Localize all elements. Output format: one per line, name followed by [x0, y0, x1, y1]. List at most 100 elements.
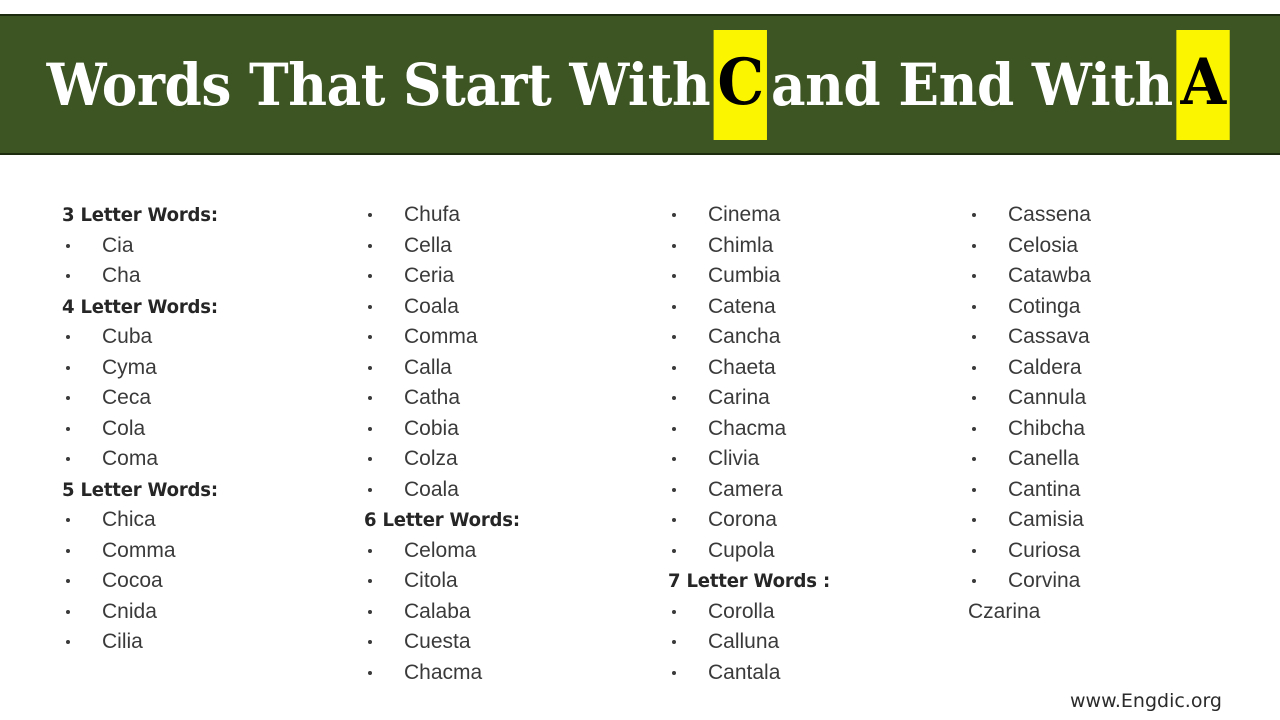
word-label: Cobia	[404, 416, 459, 440]
bullet-icon	[972, 426, 976, 431]
bullet-icon	[972, 579, 976, 584]
word-label: Cuba	[102, 325, 153, 348]
list-item: Catena	[668, 292, 958, 323]
word-label: Canella	[1008, 447, 1080, 470]
bullet-icon	[368, 579, 372, 584]
list-item: Ceca	[62, 383, 352, 414]
list-item: Chacma	[668, 414, 958, 445]
list-item: Caldera	[968, 353, 1268, 384]
title-highlight-start-letter: C	[713, 29, 768, 140]
word-label: Corolla	[708, 599, 775, 623]
list-item: Cantala	[668, 658, 958, 689]
bullet-icon	[672, 457, 676, 462]
word-label: Camera	[708, 477, 783, 501]
list-item: Carina	[668, 383, 958, 414]
word-group-heading: 3 Letter Words:	[62, 204, 218, 226]
list-item: Celosia	[968, 231, 1268, 262]
bullet-icon	[672, 640, 676, 645]
list-item: Chimla	[668, 231, 958, 262]
word-label: Calla	[404, 355, 452, 379]
list-item: Cia	[62, 231, 352, 262]
footer-website: www.Engdic.org	[1069, 690, 1222, 712]
bullet-icon	[368, 548, 372, 553]
bullet-icon	[368, 304, 372, 309]
word-label: Chica	[102, 508, 156, 531]
word-label: Cupola	[708, 538, 775, 562]
list-item: Cantina	[968, 475, 1268, 506]
word-label: Cia	[102, 233, 134, 257]
bullet-icon	[66, 579, 70, 584]
list-item: Comma	[62, 536, 352, 567]
list-item: Cancha	[668, 322, 958, 353]
word-label: Comma	[404, 325, 478, 348]
word-column-3: Cinema Chimla Cumbia Catena Cancha Chaeta Cari…	[668, 200, 958, 688]
word-label: Cocoa	[102, 569, 163, 592]
bullet-icon	[972, 335, 976, 340]
title-part-2: and End With	[770, 50, 1173, 119]
list-item: Canella	[968, 444, 1268, 475]
list-item: Cinema	[668, 200, 958, 231]
bullet-icon	[972, 365, 976, 370]
list-item: Cola	[62, 414, 352, 445]
list-item: Coala	[364, 292, 654, 323]
list-item: Cannula	[968, 383, 1268, 414]
word-label: Coma	[102, 447, 159, 470]
word-group-heading: 6 Letter Words:	[364, 509, 520, 531]
bullet-icon	[66, 335, 70, 340]
bullet-icon	[672, 487, 676, 492]
list-item: Cassena	[968, 200, 1268, 231]
title-part-1: Words That Start With	[46, 50, 711, 119]
list-item: Cumbia	[668, 261, 958, 292]
page-title: Words That Start With C and End With A	[46, 29, 1234, 140]
list-item: Chaeta	[668, 353, 958, 384]
bullet-icon	[66, 548, 70, 553]
list-item: Cuesta	[364, 627, 654, 658]
word-label: Catawba	[1008, 264, 1091, 287]
list-item: Cobia	[364, 414, 654, 445]
word-column-2: Chufa Cella Ceria Coala Comma Calla Catha Cobia…	[364, 200, 654, 688]
word-label: Cyma	[102, 355, 157, 379]
list-item: Coma	[62, 444, 352, 475]
bullet-icon	[66, 426, 70, 431]
list-item: Chibcha	[968, 414, 1268, 445]
list-item: Corona	[668, 505, 958, 536]
word-label: Cassena	[1008, 203, 1091, 226]
bullet-icon	[672, 213, 676, 218]
word-label: Colza	[404, 447, 458, 470]
list-item: Camera	[668, 475, 958, 506]
word-label: Celosia	[1008, 233, 1079, 257]
list-item: Cyma	[62, 353, 352, 384]
bullet-icon	[972, 518, 976, 523]
word-label: Citola	[404, 569, 458, 592]
word-label: Chimla	[708, 233, 774, 257]
list-item: Clivia	[668, 444, 958, 475]
bullet-icon	[368, 670, 372, 675]
list-item: Catha	[364, 383, 654, 414]
list-item: Cella	[364, 231, 654, 262]
bullet-icon	[672, 548, 676, 553]
word-label: Chaeta	[708, 355, 776, 379]
word-label: Cantala	[708, 660, 781, 684]
bullet-icon	[66, 640, 70, 645]
title-highlight-end-letter: A	[1176, 29, 1230, 140]
bullet-icon	[672, 335, 676, 340]
list-item: Corolla	[668, 597, 958, 628]
bullet-icon	[368, 213, 372, 218]
list-item: Calla	[364, 353, 654, 384]
word-label: Ceria	[404, 264, 455, 287]
bullet-icon	[66, 365, 70, 370]
bullet-icon	[972, 213, 976, 218]
list-item: Catawba	[968, 261, 1268, 292]
word-label: Comma	[102, 538, 176, 562]
bullet-icon	[672, 304, 676, 309]
list-item: Chica	[62, 505, 352, 536]
word-label: Ceca	[102, 386, 152, 409]
list-item: Cha	[62, 261, 352, 292]
bullet-icon	[672, 365, 676, 370]
bullet-icon	[66, 243, 70, 248]
list-item: Camisia	[968, 505, 1268, 536]
bullet-icon	[972, 274, 976, 279]
word-label: Chibcha	[1008, 416, 1086, 440]
list-item: Ceria	[364, 261, 654, 292]
word-label: Catha	[404, 386, 461, 409]
